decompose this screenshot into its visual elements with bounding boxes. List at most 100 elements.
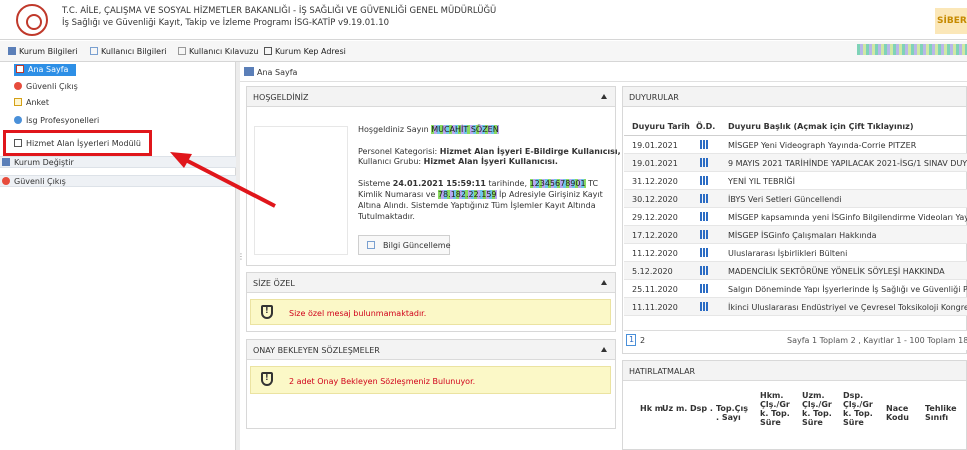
collapse-caret-icon[interactable] — [601, 280, 607, 285]
greeting-line: Hoşgeldiniz Sayın MUCAHİT SÖZEN — [358, 125, 499, 134]
collapse-caret-icon[interactable] — [601, 347, 607, 352]
welcome-title: HOŞGELDİNİZ — [253, 93, 309, 102]
hatirlatmalar-header: HATIRLATMALAR — [623, 361, 966, 381]
signal-bars-icon — [700, 212, 708, 221]
profile-photo — [254, 126, 348, 255]
duyuru-title: MİSGEP kapsamında yeni İSGinfo Bilgilend… — [728, 213, 967, 222]
breadcrumb-label: Ana Sayfa — [257, 68, 298, 77]
ministry-logo-icon — [16, 4, 48, 36]
signal-bars-icon — [700, 176, 708, 185]
collapse-caret-icon[interactable] — [601, 94, 607, 99]
sidebar-item-guvenli-cikis[interactable]: Güvenli Çıkış — [14, 82, 78, 91]
redacted-tc: 12345678901 — [529, 179, 586, 188]
user-card-icon — [90, 47, 98, 55]
edit-icon — [367, 241, 375, 249]
duyuru-date: 11.11.2020 — [632, 303, 678, 312]
table-row[interactable]: 11.12.2020 Uluslararası İşbirlikleri Bült… — [624, 244, 967, 262]
table-row[interactable]: 17.12.2020 MİSGEP İSGinfo Çalışmaları Hak… — [624, 226, 967, 244]
menu-kullanici-kilavuzu[interactable]: Kullanıcı Kılavuzu — [178, 47, 258, 56]
hatirlatma-col[interactable]: Uzm. Çlş./Gr k. Top. Süre — [802, 391, 836, 427]
onay-bekleyen-alert[interactable]: 2 adet Onay Bekleyen Sözleşmeniz Bulunuy… — [250, 366, 611, 394]
header-title: T.C. AİLE, ÇALIŞMA VE SOSYAL HİZMETLER B… — [62, 6, 497, 16]
sidebar-item-kurum-degistir[interactable]: Kurum Değiştir — [2, 158, 74, 167]
pager-page-1[interactable]: 1 — [626, 334, 636, 346]
signal-bars-icon — [700, 302, 708, 311]
col-duyuru-baslik[interactable]: Duyuru Başlık (Açmak için Çift Tıklayını… — [728, 122, 913, 131]
duyurular-pager: 1 2 Sayfa 1 Toplam 2 , Kayıtlar 1 - 100 … — [624, 330, 967, 350]
bilgi-guncelleme-button[interactable]: Bilgi Güncelleme — [358, 235, 451, 255]
signal-bars-icon — [700, 194, 708, 203]
duyuru-title: MADENCİLİK SEKTÖRÜNE YÖNELİK SÖYLEŞİ HAK… — [728, 267, 945, 276]
duyuru-title: Uluslararası İşbirlikleri Bülteni — [728, 249, 848, 258]
sidebar-item-anket[interactable]: Anket — [14, 98, 49, 107]
building-icon — [2, 158, 10, 166]
mail-icon — [264, 47, 272, 55]
duyuru-date: 30.12.2020 — [632, 195, 678, 204]
welcome-panel-header[interactable]: HOŞGELDİNİZ — [247, 87, 615, 107]
duyurular-header: DUYURULAR — [623, 87, 966, 107]
duyuru-date: 25.11.2020 — [632, 285, 678, 294]
login-info-line-3: Altına Alındı. Sistemde Yaptığınız Tüm İ… — [358, 201, 596, 210]
hatirlatma-col[interactable]: Dsp. Çlş./Gr k. Top. Süre — [843, 391, 877, 427]
table-row[interactable]: 30.12.2020 İBYS Veri Setleri Güncellendi — [624, 190, 967, 208]
duyuru-date: 31.12.2020 — [632, 177, 678, 186]
table-row[interactable]: 19.01.2021 MİSGEP Yeni Videograph Yayında… — [624, 136, 967, 154]
home-icon — [16, 65, 24, 73]
siber-logo: SİBER — [935, 8, 967, 34]
person-icon — [14, 116, 22, 124]
hatirlatma-col[interactable]: Hkm. Çlş./Gr k. Top. Süre — [760, 391, 794, 427]
duyuru-date: 19.01.2021 — [632, 159, 678, 168]
redacted-ip: 78.182.22.159 — [437, 190, 497, 199]
table-header-row: Duyuru Tarih Ö.D. Duyuru Başlık (Açmak i… — [624, 116, 967, 136]
sidebar-item-isg-profesyonelleri[interactable]: İsg Profesyonelleri — [14, 116, 99, 125]
personnel-category-line: Personel Kategorisi: Hizmet Alan İşyeri … — [358, 147, 621, 156]
menu-kurum-bilgileri[interactable]: Kurum Bilgileri — [8, 47, 78, 56]
table-row[interactable]: 11.11.2020 İkinci Uluslararası Endüstriye… — [624, 298, 967, 316]
hatirlatma-col[interactable]: Nace Kodu — [886, 404, 920, 422]
menu-kurum-kep-adresi[interactable]: Kurum Kep Adresi — [264, 47, 346, 56]
highlight-box — [3, 130, 152, 156]
sidebar-item-guvenli-cikis-2[interactable]: Güvenli Çıkış — [2, 177, 66, 186]
user-name: MUCAHİT SÖZEN — [431, 125, 499, 134]
table-row[interactable]: 19.01.2021 9 MAYIS 2021 TARİHİNDE YAPILAC… — [624, 154, 967, 172]
header-subtitle: İş Sağlığı ve Güvenliği Kayıt, Takip ve … — [62, 18, 390, 28]
survey-icon — [14, 98, 22, 106]
table-row[interactable]: 5.12.2020 MADENCİLİK SEKTÖRÜNE YÖNELİK SÖ… — [624, 262, 967, 280]
page-icon — [244, 67, 254, 76]
hatirlatma-col[interactable]: Tehlike Sınıfı — [925, 404, 965, 422]
signal-bars-icon — [700, 230, 708, 239]
table-row[interactable]: 31.12.2020 YENİ YIL TEBRİĞİ — [624, 172, 967, 190]
building-icon — [8, 47, 16, 55]
hatirlatma-col[interactable]: Top.Çış . Sayı — [716, 404, 750, 422]
login-info-line-4: Tutulmaktadır. — [358, 212, 415, 221]
sidebar-item-ana-sayfa[interactable]: Ana Sayfa — [14, 64, 76, 76]
size-ozel-header[interactable]: SİZE ÖZEL — [247, 273, 615, 293]
splitter-grip-icon[interactable]: ⋮ — [237, 252, 245, 261]
user-group-line: Kullanıcı Grubu: Hizmet Alan İşyeri Kull… — [358, 157, 558, 166]
pager-page-2[interactable]: 2 — [640, 336, 645, 345]
duyuru-title: 9 MAYIS 2021 TARİHİNDE YAPILACAK 2021-İS… — [728, 159, 967, 168]
menu-kullanici-bilgileri[interactable]: Kullanıcı Bilgileri — [90, 47, 167, 56]
signal-bars-icon — [700, 284, 708, 293]
signal-bars-icon — [700, 266, 708, 275]
duyuru-title: İkinci Uluslararası Endüstriyel ve Çevre… — [728, 303, 967, 312]
table-row[interactable]: 29.12.2020 MİSGEP kapsamında yeni İSGinfo… — [624, 208, 967, 226]
col-duyuru-tarih[interactable]: Duyuru Tarih — [632, 122, 690, 131]
app-header: T.C. AİLE, ÇALIŞMA VE SOSYAL HİZMETLER B… — [0, 0, 967, 40]
warning-shield-icon — [261, 305, 273, 319]
exit-icon — [14, 82, 22, 90]
duyuru-title: İBYS Veri Setleri Güncellendi — [728, 195, 842, 204]
signal-bars-icon — [700, 140, 708, 149]
signal-bars-icon — [700, 158, 708, 167]
duyuru-title: Salgın Döneminde Yapı İşyerlerinde İş Sa… — [728, 285, 967, 294]
breadcrumb: Ana Sayfa — [240, 62, 967, 82]
table-row[interactable]: 25.11.2020 Salgın Döneminde Yapı İşyerler… — [624, 280, 967, 298]
duyuru-date: 19.01.2021 — [632, 141, 678, 150]
login-info-line: Sisteme 24.01.2021 15:59:11 tarihinde, 1… — [358, 179, 599, 188]
exit-icon — [2, 177, 10, 185]
login-info-line-2: Kimlik Numarası ve 78.182.22.159 İp Adre… — [358, 190, 603, 199]
col-od[interactable]: Ö.D. — [696, 122, 715, 131]
duyuru-title: MİSGEP Yeni Videograph Yayında-Corrie PI… — [728, 141, 917, 150]
duyuru-title: YENİ YIL TEBRİĞİ — [728, 177, 795, 186]
onay-bekleyen-header[interactable]: ONAY BEKLEYEN SÖZLEŞMELER — [247, 340, 615, 360]
